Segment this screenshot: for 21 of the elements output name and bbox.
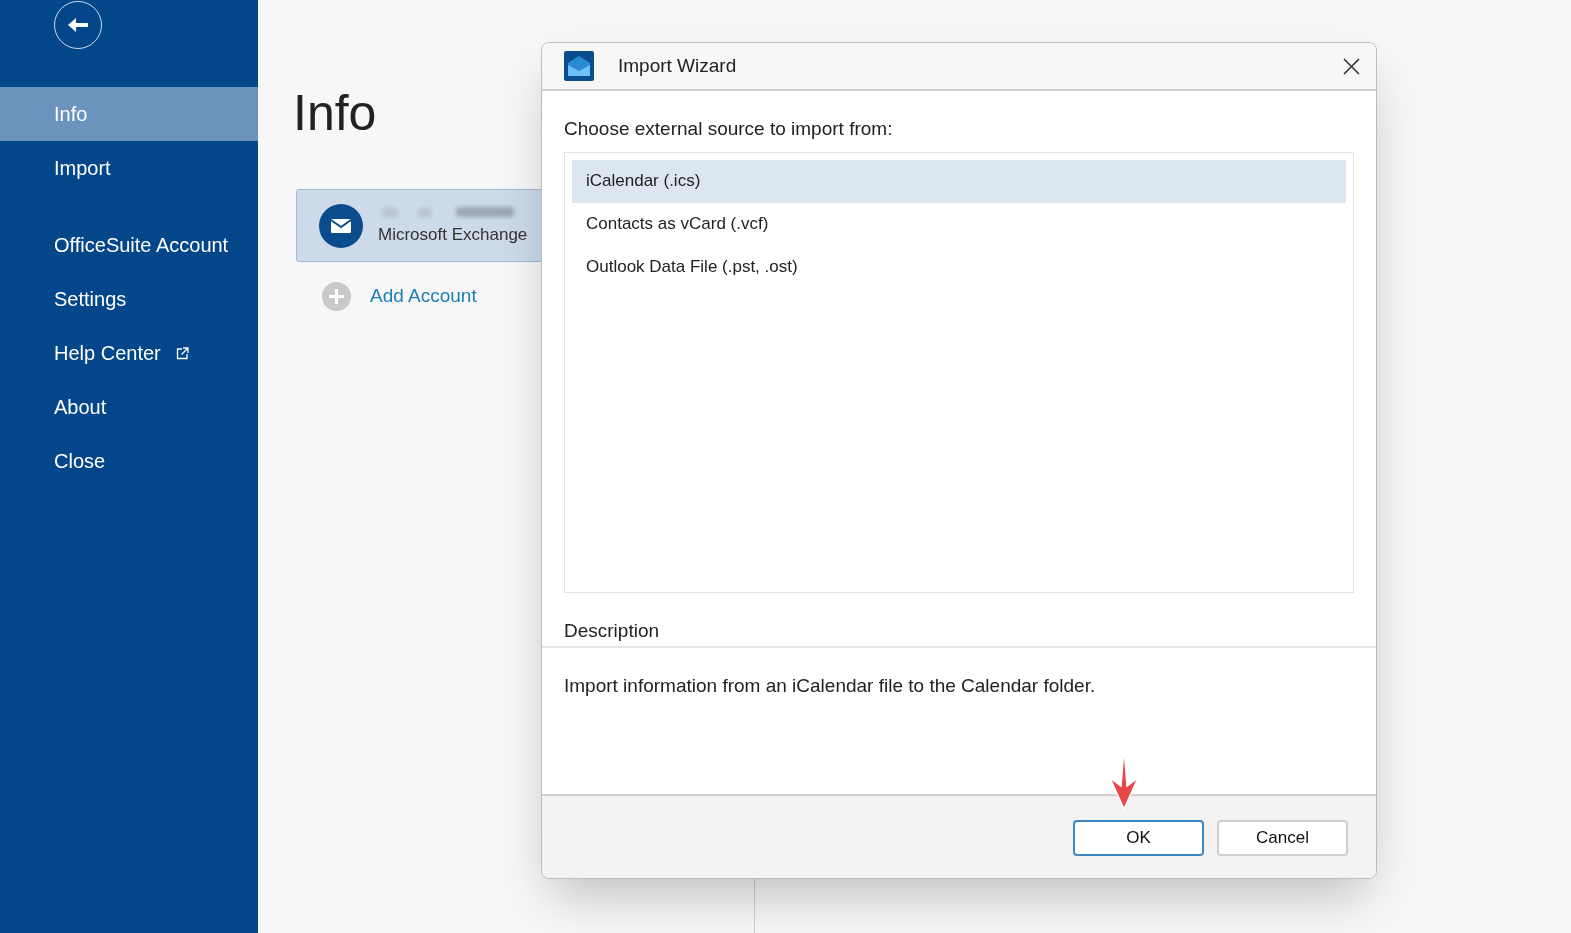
cancel-button[interactable]: Cancel — [1217, 820, 1348, 856]
sidebar-item[interactable]: Import — [0, 141, 258, 195]
account-type: Microsoft Exchange — [378, 223, 528, 246]
sidebar-item[interactable]: Help Center — [0, 326, 258, 380]
page-title: Info — [293, 84, 377, 143]
mail-icon — [319, 203, 363, 248]
dialog-title: Import Wizard — [618, 53, 738, 78]
sidebar-item[interactable]: OfficeSuite Account — [0, 218, 258, 272]
description-label: Description — [564, 618, 661, 643]
add-account-link[interactable]: Add Account — [370, 282, 477, 311]
ok-button[interactable]: OK — [1073, 820, 1204, 856]
prompt-label: Choose external source to import from: — [564, 117, 894, 141]
sidebar-item[interactable]: About — [0, 380, 258, 434]
source-item[interactable]: iCalendar (.ics) — [572, 159, 1346, 203]
add-icon — [322, 282, 351, 311]
external-link-icon — [175, 346, 189, 360]
back-arrow-icon — [67, 16, 89, 34]
description-text: Import information from an iCalendar file to the Calendar folder. — [564, 675, 1096, 696]
sidebar-item[interactable]: Settings — [0, 272, 258, 326]
sidebar-item[interactable]: Close — [0, 434, 258, 488]
envelope-icon — [564, 51, 594, 81]
